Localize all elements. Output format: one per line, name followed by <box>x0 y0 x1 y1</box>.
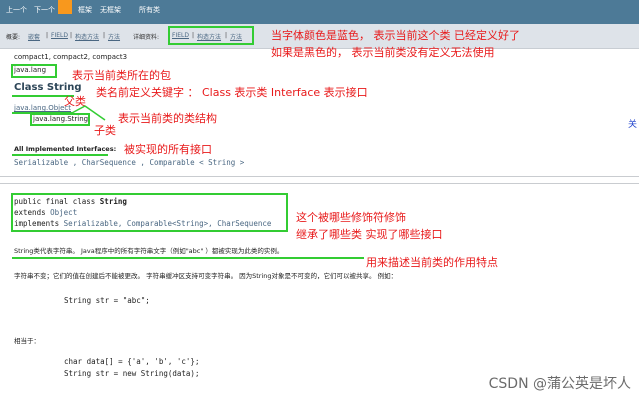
summary-constructor-link[interactable]: 构造方法 <box>75 32 99 41</box>
side-char: 关 <box>628 120 638 130</box>
code-example-1: String str = "abc"; <box>64 296 150 305</box>
summary-method-link[interactable]: 方法 <box>108 32 120 41</box>
declaration-highlight <box>11 193 288 232</box>
summary-nested-link[interactable]: 嵌套 <box>28 32 40 41</box>
interfaces-label: All Implemented Interfaces: <box>14 145 117 153</box>
summary-field-link[interactable]: FIELD <box>51 32 68 39</box>
prev-link[interactable]: 上一个 <box>6 5 27 15</box>
annotation-keyword: 类名前定义关键字 ： Class 表示类 Interface 表示接口 <box>96 86 368 99</box>
detail-links-highlight <box>168 26 254 45</box>
active-tab-marker <box>58 0 72 14</box>
code-example-3: String str = new String(data); <box>64 369 200 378</box>
annotation-subclass: 子类 <box>94 124 116 137</box>
package-highlight <box>11 64 57 78</box>
annotation-interfaces: 被实现的所有接口 <box>124 143 212 156</box>
annotation-blue-color: 当字体颜色是蓝色， 表示当前这个类 已经定义好了 <box>271 29 520 42</box>
annotation-black-color: 如果是黑色的， 表示当前类没有定义无法使用 <box>271 46 495 59</box>
annotation-hierarchy: 表示当前类的类结构 <box>118 112 217 125</box>
interfaces-underline <box>12 154 108 156</box>
annotation-package: 表示当前类所在的包 <box>72 69 171 82</box>
summary-label: 概要: <box>6 34 21 41</box>
interfaces-list[interactable]: Serializable , CharSequence , Comparable… <box>14 158 244 167</box>
code-example-2: char data[] = {'a', 'b', 'c'}; <box>64 357 200 366</box>
equivalent-label: 相当于： <box>14 337 40 345</box>
divider-2 <box>0 183 639 184</box>
no-frames-link[interactable]: 无框架 <box>100 5 121 15</box>
next-link[interactable]: 下一个 <box>34 5 55 15</box>
frames-link[interactable]: 框架 <box>78 5 92 15</box>
description-underline <box>12 257 364 259</box>
annotation-modifiers: 这个被哪些修饰符修饰 <box>296 211 406 224</box>
paragraph-immutable: 字符串不变；它们的值在创建后不能被更改。 字符串缓冲区支持可变字符串。 因为St… <box>14 272 398 280</box>
top-nav-bar: 上一个 下一个 框架 无框架 所有类 <box>0 0 639 24</box>
detail-label: 详细资料: <box>133 34 160 41</box>
divider <box>0 176 639 177</box>
annotation-inherits: 继承了哪些类 实现了哪些接口 <box>296 228 443 241</box>
compact-profiles: compact1, compact2, compact3 <box>14 53 128 61</box>
class-title: Class String <box>14 82 82 93</box>
class-description: String类代表字符串。 Java程序中的所有字符串文字（例如"abc" ）都… <box>14 247 284 255</box>
all-classes-link[interactable]: 所有类 <box>139 5 160 15</box>
annotation-description: 用来描述当前类的作用特点 <box>366 256 498 269</box>
csdn-watermark: CSDN @蒲公英是坏人 <box>488 376 631 392</box>
